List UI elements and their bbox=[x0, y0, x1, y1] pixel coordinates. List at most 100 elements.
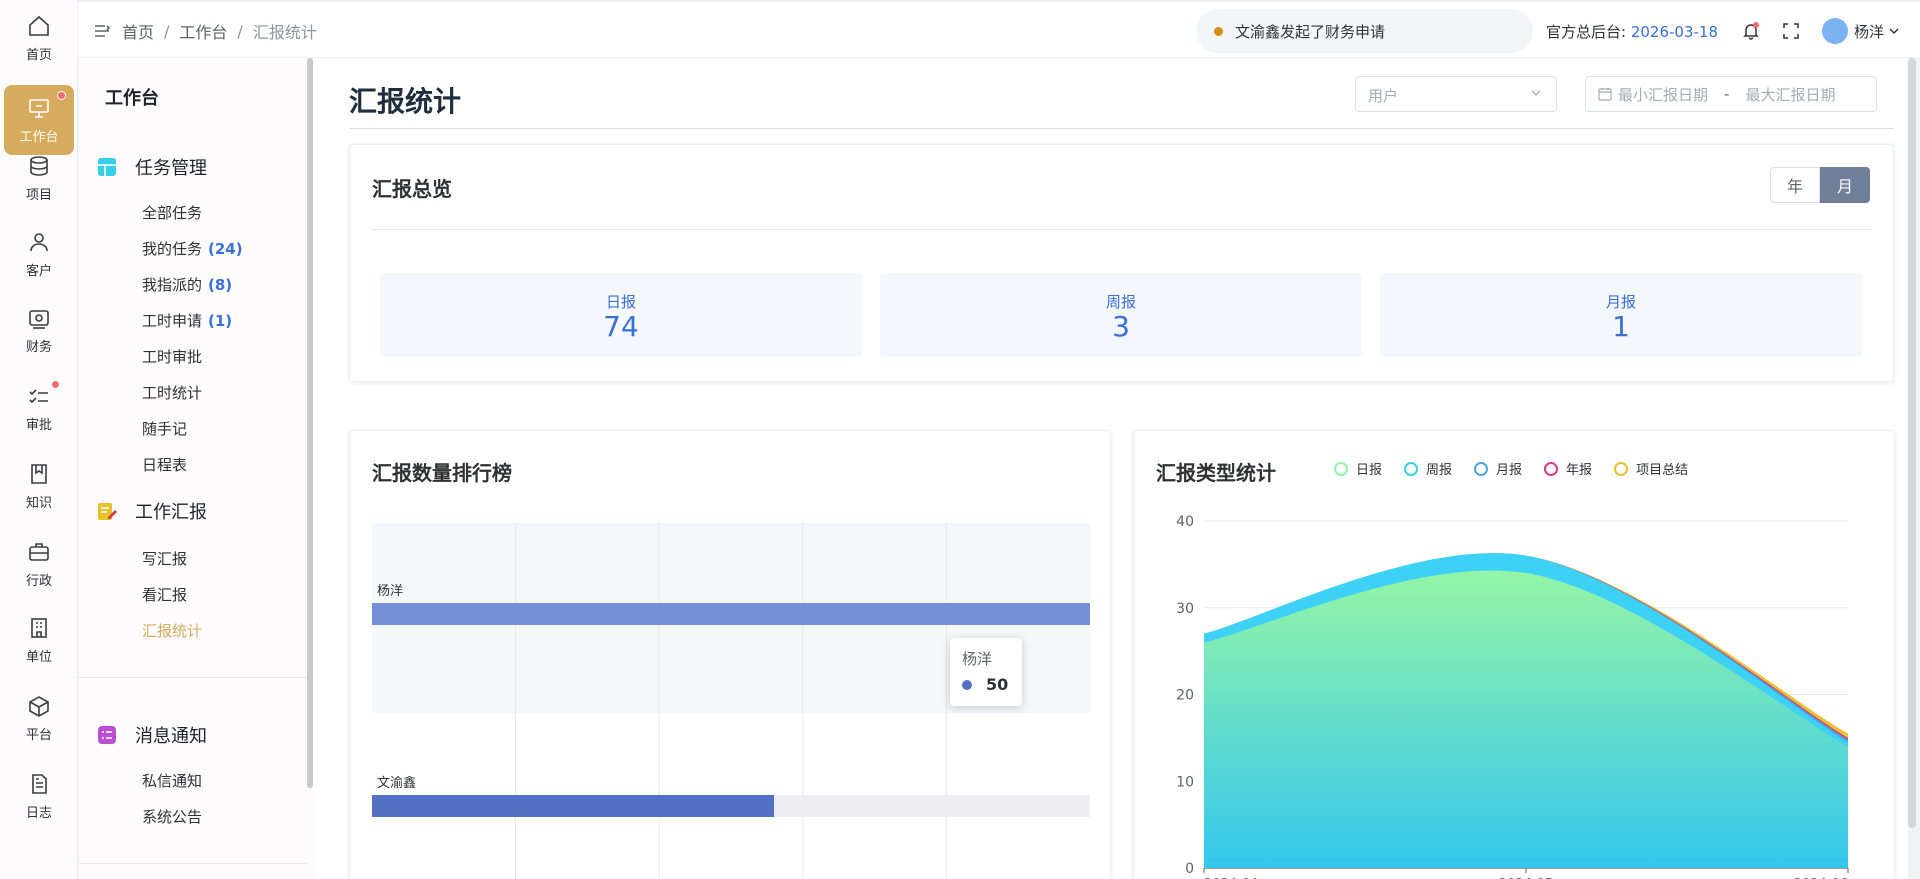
chart-tooltip: 杨洋 50 bbox=[950, 638, 1022, 706]
stat-daily-label: 日报 bbox=[605, 293, 636, 311]
title-divider bbox=[349, 128, 1894, 129]
stat-monthly: 月报 1 bbox=[1380, 273, 1862, 357]
rail-item-0[interactable]: 首页 bbox=[4, 2, 74, 74]
group-work-report[interactable]: 工作汇报 bbox=[97, 498, 207, 524]
menu-divider-bottom bbox=[79, 863, 307, 864]
type-stats-chart: 0102030402024-042024-052024-06 bbox=[1176, 514, 1849, 879]
rail-item-label: 单位 bbox=[25, 649, 52, 665]
menu-hours-stats[interactable]: 工时统计 bbox=[142, 382, 202, 403]
y-tick-label: 0 bbox=[1185, 861, 1194, 877]
group-task-label: 任务管理 bbox=[135, 158, 207, 179]
menu-view-report[interactable]: 看汇报 bbox=[142, 584, 187, 605]
bar bbox=[372, 795, 775, 817]
database-icon bbox=[30, 155, 48, 176]
rail-item-9[interactable]: 平台 bbox=[4, 682, 74, 754]
menu-my-tasks[interactable]: 我的任务 (24) bbox=[142, 238, 243, 259]
edit-note-icon bbox=[98, 503, 117, 520]
rail-item-label: 行政 bbox=[25, 573, 52, 589]
wallet-icon bbox=[29, 309, 49, 329]
rail-item-8[interactable]: 单位 bbox=[4, 604, 74, 676]
menu-announcement[interactable]: 系统公告 bbox=[142, 806, 202, 827]
backend-link[interactable]: 官方总后台: 2026-03-18 bbox=[1546, 21, 1718, 42]
tooltip-value: 50 bbox=[986, 675, 1009, 694]
stat-weekly-value: 3 bbox=[1112, 310, 1130, 343]
avatar bbox=[1822, 18, 1848, 44]
rail-item-label: 平台 bbox=[25, 727, 52, 743]
toggle-year-button[interactable]: 年 bbox=[1770, 167, 1820, 203]
y-tick-label: 20 bbox=[1176, 688, 1194, 704]
bell-icon[interactable] bbox=[1742, 22, 1760, 40]
submenu-title: 工作台 bbox=[105, 88, 159, 109]
document-icon bbox=[32, 773, 47, 794]
y-tick-label: 30 bbox=[1176, 601, 1194, 617]
user-select-placeholder: 用户 bbox=[1368, 87, 1399, 105]
rail-item-7[interactable]: 行政 bbox=[4, 528, 74, 600]
user-menu[interactable]: 杨洋 bbox=[1822, 18, 1900, 44]
package-icon bbox=[29, 695, 49, 717]
menu-private-msg[interactable]: 私信通知 bbox=[142, 770, 202, 791]
menu-assigned[interactable]: 我指派的 (8) bbox=[142, 274, 232, 295]
toggle-month-button[interactable]: 月 bbox=[1820, 167, 1870, 203]
date-end-input[interactable]: 最大汇报日期 bbox=[1745, 84, 1835, 105]
overview-divider bbox=[372, 229, 1872, 230]
rail-item-10[interactable]: 日志 bbox=[4, 760, 74, 832]
submenu-scrollbar[interactable] bbox=[307, 58, 313, 788]
date-separator: - bbox=[1724, 85, 1730, 103]
user-select[interactable]: 用户 bbox=[1355, 76, 1557, 112]
area-series-0 bbox=[1204, 570, 1848, 868]
menu-all-tasks[interactable]: 全部任务 bbox=[142, 202, 202, 223]
notification-dot-icon bbox=[57, 91, 66, 100]
bar-category-label: 文渝鑫 bbox=[377, 775, 416, 791]
assigned-count: (8) bbox=[208, 276, 233, 294]
my-tasks-count: (24) bbox=[208, 240, 243, 258]
notice-dot-icon bbox=[1214, 26, 1223, 36]
rail-item-5[interactable]: 审批 bbox=[4, 372, 74, 444]
icon-rail: 首页 工作台 项目 客户 财务 审批 知识 行政 单位 平台 日志 bbox=[0, 0, 78, 879]
rail-item-label: 知识 bbox=[25, 495, 52, 511]
group-task-management[interactable]: 任务管理 bbox=[97, 154, 207, 180]
user-icon bbox=[30, 232, 48, 251]
rail-item-label: 项目 bbox=[25, 187, 52, 203]
date-range-picker[interactable]: 最小汇报日期 - 最大汇报日期 bbox=[1585, 76, 1877, 112]
group-report-label: 工作汇报 bbox=[135, 502, 207, 523]
menu-report-stats[interactable]: 汇报统计 bbox=[142, 620, 202, 641]
breadcrumb: 首页 / 工作台 / 汇报统计 bbox=[94, 19, 317, 43]
home-icon bbox=[29, 15, 49, 36]
submenu: 工作台 任务管理 全部任务 我的任务 (24) 我指派的 (8) 工时申请 (1) 工… bbox=[79, 58, 314, 879]
rail-item-4[interactable]: 财务 bbox=[4, 294, 74, 366]
building-icon bbox=[31, 617, 47, 638]
date-start-input[interactable]: 最小汇报日期 bbox=[1618, 84, 1708, 105]
menu-notes[interactable]: 随手记 bbox=[142, 418, 187, 439]
rail-item-label: 审批 bbox=[25, 417, 52, 433]
menu-write-report[interactable]: 写汇报 bbox=[142, 548, 187, 569]
rail-item-label: 财务 bbox=[25, 339, 52, 355]
rail-item-2[interactable]: 项目 bbox=[4, 142, 74, 214]
page-scrollbar[interactable] bbox=[1908, 58, 1916, 828]
rail-item-3[interactable]: 客户 bbox=[4, 218, 74, 290]
backend-label: 官方总后台: bbox=[1546, 23, 1627, 41]
menu-schedule[interactable]: 日程表 bbox=[142, 454, 187, 475]
breadcrumb-home[interactable]: 首页 bbox=[122, 19, 154, 43]
bar-category-label: 杨洋 bbox=[377, 584, 403, 599]
breadcrumb-workbench[interactable]: 工作台 bbox=[179, 19, 227, 43]
notification-dot-icon bbox=[51, 380, 60, 389]
backend-date: 2026-03-18 bbox=[1630, 23, 1719, 41]
menu-hours-apply[interactable]: 工时申请 (1) bbox=[142, 310, 232, 331]
menu-toggle-icon[interactable] bbox=[94, 24, 110, 38]
chevron-down-icon bbox=[1889, 28, 1899, 34]
stat-monthly-value: 1 bbox=[1612, 310, 1630, 343]
rail-item-label: 日志 bbox=[25, 805, 52, 821]
stat-daily-value: 74 bbox=[603, 310, 639, 343]
group-message[interactable]: 消息通知 bbox=[97, 722, 207, 748]
checklist-icon bbox=[29, 388, 48, 403]
stat-weekly-label: 周报 bbox=[1105, 293, 1136, 311]
period-toggle: 年 月 bbox=[1770, 167, 1870, 203]
menu-hours-review[interactable]: 工时审批 bbox=[142, 346, 202, 367]
fullscreen-icon[interactable] bbox=[1782, 22, 1800, 40]
main-content: 汇报统计 用户 最小汇报日期 - 最大汇报日期 汇报总览 年 月 日报 74 周… bbox=[314, 58, 1908, 879]
rail-item-6[interactable]: 知识 bbox=[4, 450, 74, 522]
notice-ticker[interactable]: 文渝鑫发起了财务申请 bbox=[1196, 9, 1533, 53]
rail-item-label: 客户 bbox=[25, 263, 52, 279]
topbar: 首页 / 工作台 / 汇报统计 文渝鑫发起了财务申请 官方总后台: 2026-0… bbox=[78, 0, 1920, 58]
chevron-down-icon bbox=[1531, 90, 1541, 96]
